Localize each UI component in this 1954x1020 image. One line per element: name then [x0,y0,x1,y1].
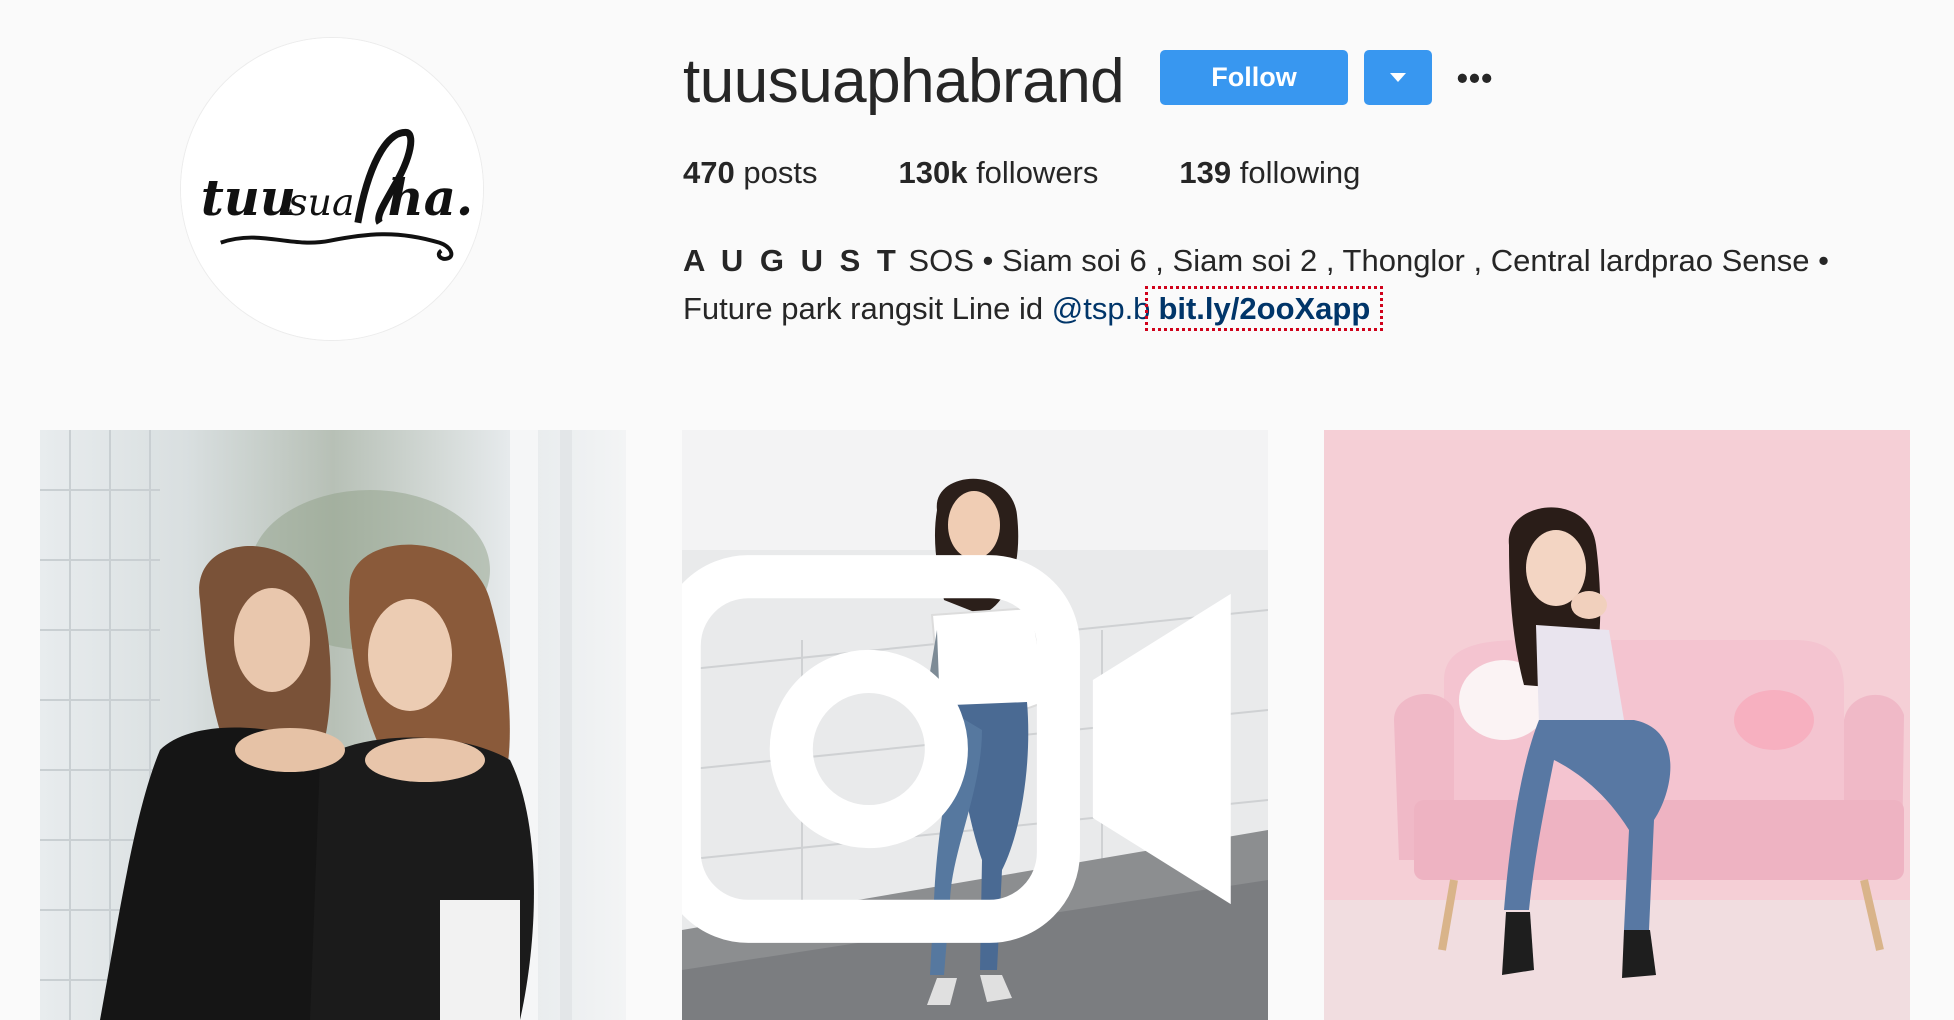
following-count: 139 [1179,155,1232,190]
svg-text:tuu: tuu [201,168,296,227]
video-icon [682,555,1231,943]
chevron-down-icon [1390,73,1406,82]
bio-line-1: SOS • Siam soi 6 , Siam soi 2 , Thonglor… [899,243,1829,278]
post-image-3 [1324,430,1910,1020]
posts-label-text: posts [743,155,818,190]
profile-username: tuusuaphabrand [683,47,1125,116]
svg-text:ha.: ha. [388,168,474,227]
profile-stats: 470 posts 130k followers 139 following [683,155,1441,191]
bio-title: A U G U S T [683,243,900,278]
following-stat[interactable]: 139 following [1179,155,1360,191]
following-label: following [1239,155,1361,190]
follow-button[interactable]: Follow [1160,50,1348,105]
bio-mention-link[interactable]: @tsp.b [1052,291,1151,326]
post-grid [0,430,1954,1020]
svg-text:sua: sua [288,180,354,224]
profile-bio: A U G U S T SOS • Siam soi 6 , Siam soi … [683,237,1933,333]
post-thumbnail-3[interactable] [1324,430,1910,1020]
followers-stat[interactable]: 130k followers [898,155,1098,191]
bio-external-link[interactable]: bit.ly/2ooXapp [1145,286,1384,331]
post-thumbnail-1[interactable] [40,430,626,1020]
brand-logo: tuu sua ha. [181,38,483,340]
bio-line-2: Future park rangsit Line id [683,291,1052,326]
followers-label: followers [976,155,1099,190]
more-options-button[interactable]: ••• [1455,54,1495,102]
suggestions-dropdown-button[interactable] [1364,50,1432,105]
posts-count: 470 [683,155,735,190]
profile-avatar[interactable]: tuu sua ha. [180,37,484,341]
posts-stat: 470 posts [683,155,817,191]
followers-count: 130k [898,155,968,190]
post-image-1 [40,430,626,1020]
post-thumbnail-2[interactable] [682,430,1268,1020]
